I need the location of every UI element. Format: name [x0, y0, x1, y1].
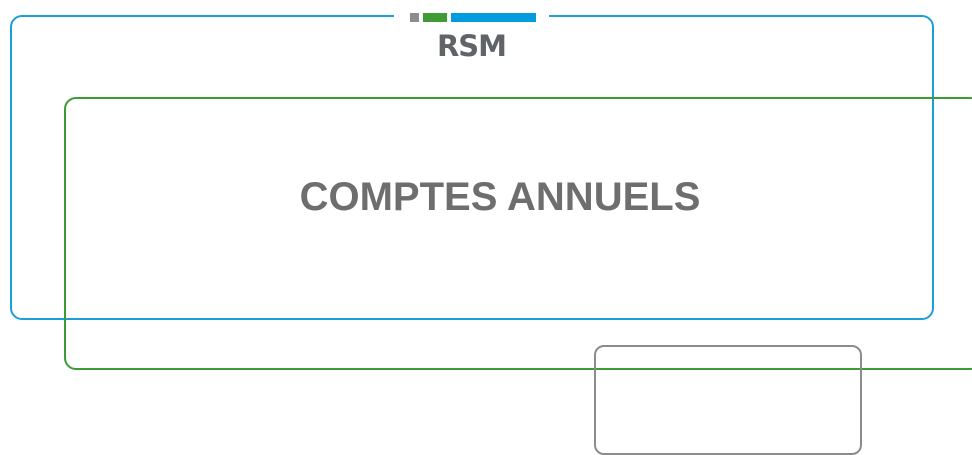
green-rounded-frame: [64, 97, 972, 370]
rsm-logo: RSM: [394, 5, 549, 71]
logo-bar-gray: [410, 13, 419, 22]
gray-rounded-frame: [594, 345, 862, 455]
logo-color-bars: [410, 13, 536, 22]
document-title: COMPTES ANNUELS: [299, 175, 701, 219]
logo-text: RSM: [436, 29, 507, 63]
logo-bar-green: [423, 13, 447, 22]
logo-bar-blue: [451, 13, 536, 22]
